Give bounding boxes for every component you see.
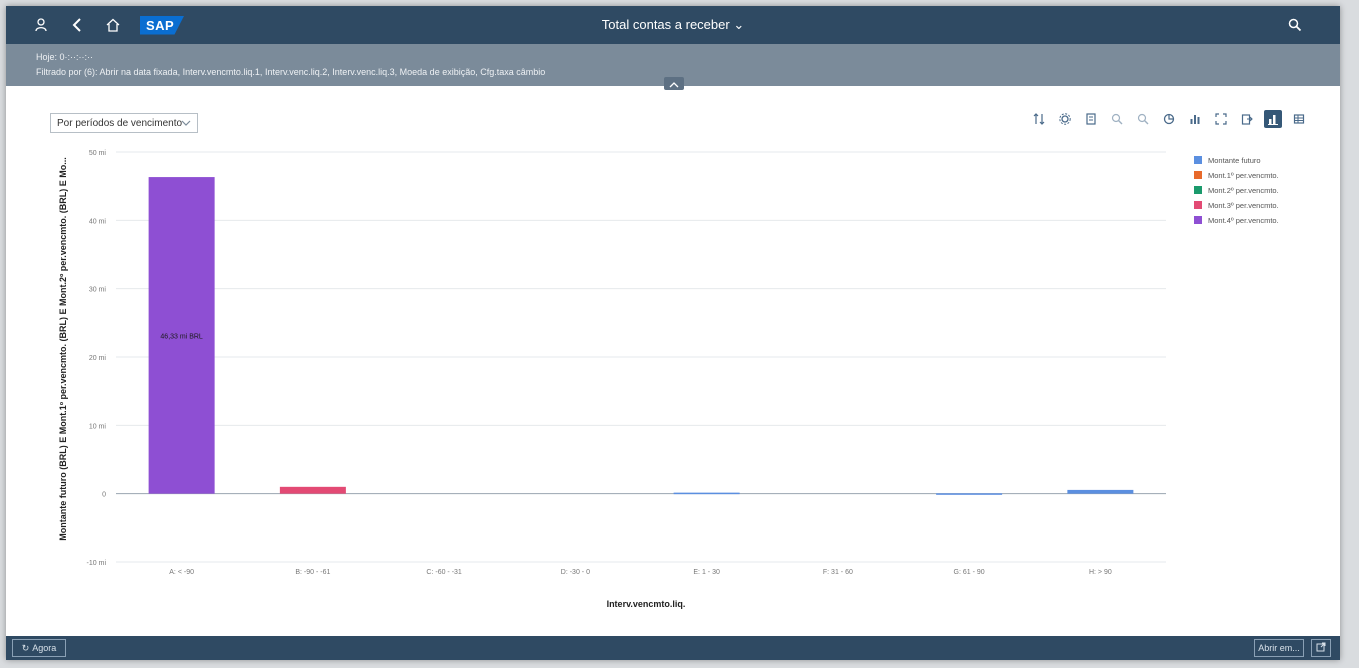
bar-data-label: 46,33 mi BRL	[160, 333, 203, 340]
chart-bars: 46,33 mi BRL	[148, 177, 1134, 495]
y-tick-label: -10 mi	[87, 560, 107, 567]
refresh-button[interactable]: ↻ Agora	[12, 639, 66, 657]
y-axis-ticks: -10 mi 0 10 mi 20 mi 30 mi 40 mi 50 mi	[87, 150, 107, 567]
y-tick-label: 50 mi	[89, 150, 107, 157]
legend-label[interactable]: Mont.1º per.vencmto.	[1208, 171, 1279, 180]
search-icon[interactable]	[1286, 16, 1304, 34]
home-icon[interactable]	[104, 16, 122, 34]
legend-label[interactable]: Mont.4º per.vencmto.	[1208, 216, 1279, 225]
legend-label[interactable]: Montante futuro	[1208, 156, 1261, 165]
x-tick-label: G: 61 - 90	[954, 569, 985, 576]
settings-icon[interactable]	[1056, 110, 1074, 128]
refresh-button-label: Agora	[32, 643, 57, 653]
header-collapse-button[interactable]	[664, 77, 684, 90]
x-tick-label: F: 31 - 60	[823, 569, 853, 576]
zoom-in-icon[interactable]	[1108, 110, 1126, 128]
x-tick-label: H: > 90	[1089, 569, 1112, 576]
zoom-out-icon[interactable]	[1134, 110, 1152, 128]
bar-segment[interactable]	[279, 486, 346, 494]
share-icon	[1316, 642, 1326, 654]
bar-chart-icon[interactable]	[1186, 110, 1204, 128]
y-tick-label: 30 mi	[89, 287, 107, 294]
filter-summary[interactable]: Filtrado por (6): Abrir na data fixada, …	[36, 67, 545, 77]
chevron-down-icon	[181, 119, 191, 130]
legend-label[interactable]: Mont.3º per.vencmto.	[1208, 201, 1279, 210]
chevron-down-icon: ⌄	[733, 17, 745, 32]
y-axis-label: Montante futuro (BRL) E Mont.1º per.venc…	[58, 157, 68, 541]
legend-label[interactable]: Mont.2º per.vencmto.	[1208, 186, 1279, 195]
legend-swatch	[1194, 171, 1202, 179]
app-title-menu[interactable]: Total contas a receber ⌄	[602, 17, 744, 33]
legend-swatch	[1194, 201, 1202, 209]
footer-bar: ↻ Agora Abrir em...	[6, 636, 1340, 660]
open-in-button-label: Abrir em...	[1258, 643, 1300, 653]
chart-type-icon[interactable]	[1160, 110, 1178, 128]
view-select-value: Por períodos de vencimento	[57, 117, 183, 129]
legend-swatch	[1194, 156, 1202, 164]
shell-bar: SAP Total contas a receber ⌄	[6, 6, 1340, 44]
table-view-icon[interactable]	[1290, 110, 1308, 128]
shell-title-wrap: Total contas a receber ⌄	[6, 6, 1340, 44]
legend-swatch	[1194, 186, 1202, 194]
y-tick-label: 10 mi	[89, 423, 107, 430]
x-tick-label: A: < -90	[169, 569, 194, 576]
y-tick-label: 0	[102, 492, 106, 499]
sort-icon[interactable]	[1030, 110, 1048, 128]
export-icon[interactable]	[1238, 110, 1256, 128]
chart-grid	[116, 151, 1166, 563]
x-axis-label: Interv.vencmto.liq.	[607, 599, 686, 609]
app-title: Total contas a receber	[601, 17, 730, 32]
fullscreen-icon[interactable]	[1212, 110, 1230, 128]
refresh-icon: ↻	[21, 642, 30, 653]
chart-view-icon[interactable]	[1264, 110, 1282, 128]
chart-toolbar	[1030, 110, 1308, 128]
x-tick-label: B: -90 - -61	[295, 569, 330, 576]
open-in-button[interactable]: Abrir em...	[1254, 639, 1304, 657]
y-tick-label: 40 mi	[89, 218, 107, 225]
user-icon[interactable]	[32, 16, 50, 34]
today-label: Hoje: 0·:··:··:··	[36, 52, 93, 62]
view-select[interactable]: Por períodos de vencimento	[50, 113, 198, 133]
shell-left-group: SAP	[32, 6, 185, 44]
chart-content: Por períodos de vencimento -10 mi 0 10 mi 2…	[6, 90, 1340, 638]
filter-icon[interactable]	[1082, 110, 1100, 128]
share-button[interactable]	[1311, 639, 1331, 657]
chart-legend: Montante futuro Mont.1º per.vencmto. Mont.…	[1194, 156, 1279, 225]
app-window: SAP Total contas a receber ⌄ Hoje: 0·:··…	[6, 6, 1340, 660]
x-tick-label: E: 1 - 30	[693, 569, 720, 576]
bar-segment[interactable]	[1067, 489, 1134, 494]
x-tick-label: D: -30 - 0	[561, 569, 590, 576]
legend-swatch	[1194, 216, 1202, 224]
shell-search[interactable]	[1286, 16, 1304, 34]
bar-segment[interactable]	[936, 493, 1003, 495]
chart-svg: -10 mi 0 10 mi 20 mi 30 mi 40 mi 50 mi 46,33 m…	[58, 150, 1279, 609]
bar-segment[interactable]	[673, 492, 740, 495]
sap-logo[interactable]: SAP	[140, 15, 185, 35]
back-icon[interactable]	[68, 16, 86, 34]
x-axis-ticks: A: < -90 B: -90 - -61 C: -60 - -31 D: -30 -…	[169, 569, 1112, 576]
x-tick-label: C: -60 - -31	[426, 569, 462, 576]
y-tick-label: 20 mi	[89, 355, 107, 362]
